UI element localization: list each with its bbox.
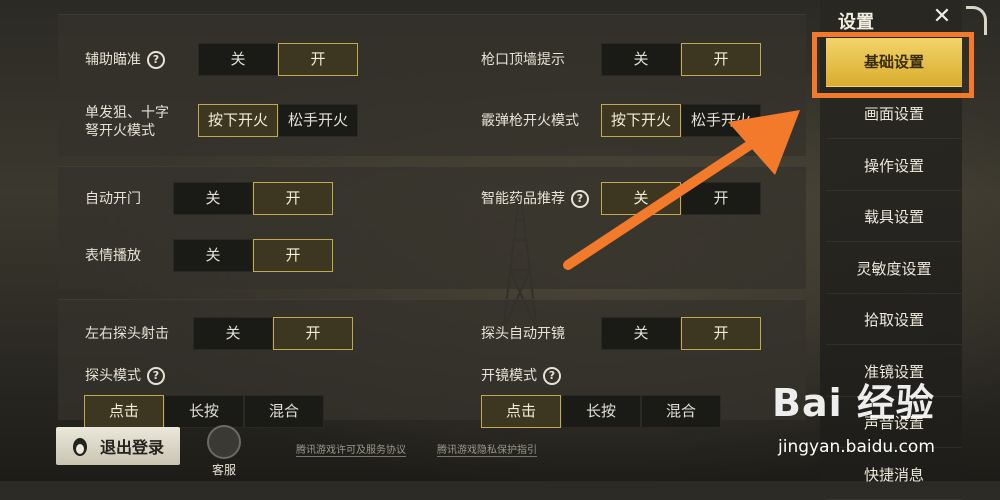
customer-service-button[interactable]: 客服 bbox=[200, 425, 248, 478]
sniper-fire-mode-label-line1: 单发狙、十字 bbox=[85, 105, 169, 121]
peek-mode-label: 探头模式 bbox=[85, 368, 141, 384]
peek-fire-label: 左右探头射击 bbox=[85, 326, 169, 342]
sniper-fire-mode-toggle: 按下开火 松手开火 bbox=[198, 104, 358, 137]
menu-pickup-settings[interactable]: 拾取设置 bbox=[826, 296, 962, 345]
emote-play-toggle: 关 开 bbox=[173, 239, 333, 272]
peek-mode-options: 点击 长按 混合 bbox=[84, 395, 324, 428]
muzzle-hint-off[interactable]: 关 bbox=[601, 43, 681, 76]
aim-assist-row: 辅助瞄准? bbox=[85, 51, 165, 69]
scope-mode-row: 开镜模式? bbox=[481, 367, 561, 385]
license-link[interactable]: 腾讯游戏许可及服务协议 bbox=[296, 441, 406, 457]
highlight-annotation-box bbox=[812, 32, 974, 98]
sniper-release-fire[interactable]: 松手开火 bbox=[278, 104, 358, 137]
scope-mode-mixed[interactable]: 混合 bbox=[641, 395, 721, 428]
privacy-link[interactable]: 腾讯游戏隐私保护指引 bbox=[437, 441, 537, 457]
peek-mode-tap[interactable]: 点击 bbox=[84, 395, 164, 428]
emote-play-label: 表情播放 bbox=[85, 248, 141, 264]
menu-quick-message[interactable]: 快捷消息 bbox=[826, 451, 962, 500]
peek-auto-scope-off[interactable]: 关 bbox=[601, 317, 681, 350]
help-icon[interactable]: ? bbox=[543, 367, 561, 385]
headset-icon bbox=[207, 425, 241, 459]
aim-assist-toggle: 关 开 bbox=[198, 43, 358, 76]
peek-fire-off[interactable]: 关 bbox=[193, 317, 273, 350]
muzzle-hint-toggle: 关 开 bbox=[601, 43, 761, 76]
help-icon[interactable]: ? bbox=[147, 51, 165, 69]
logout-button[interactable]: 退出登录 bbox=[56, 427, 180, 465]
peek-auto-scope-toggle: 关 开 bbox=[601, 317, 761, 350]
scope-mode-hold[interactable]: 长按 bbox=[561, 395, 641, 428]
menu-sensitivity-settings[interactable]: 灵敏度设置 bbox=[826, 245, 962, 294]
peek-mode-mixed[interactable]: 混合 bbox=[244, 395, 324, 428]
auto-door-toggle: 关 开 bbox=[173, 182, 333, 215]
peek-auto-scope-on[interactable]: 开 bbox=[681, 317, 761, 350]
peek-mode-hold[interactable]: 长按 bbox=[164, 395, 244, 428]
menu-controls-settings[interactable]: 操作设置 bbox=[826, 142, 962, 191]
baidu-watermark-url: jingyan.baidu.com bbox=[778, 437, 935, 457]
scope-mode-options: 点击 长按 混合 bbox=[481, 395, 721, 428]
smart-meds-label: 智能药品推荐 bbox=[481, 191, 565, 207]
baidu-watermark: Bai 经验 bbox=[772, 381, 935, 425]
auto-door-label: 自动开门 bbox=[85, 191, 141, 207]
emote-play-on[interactable]: 开 bbox=[253, 239, 333, 272]
penguin-icon bbox=[73, 438, 87, 456]
sniper-press-fire[interactable]: 按下开火 bbox=[198, 104, 278, 137]
aim-assist-label: 辅助瞄准 bbox=[85, 52, 141, 68]
peek-mode-row: 探头模式? bbox=[85, 367, 165, 385]
peek-auto-scope-label: 探头自动开镜 bbox=[481, 326, 565, 342]
auto-door-off[interactable]: 关 bbox=[173, 182, 253, 215]
scope-mode-label: 开镜模式 bbox=[481, 368, 537, 384]
annotation-arrow-icon bbox=[563, 110, 800, 270]
swipe-hint-icon bbox=[966, 6, 987, 35]
menu-vehicle-settings[interactable]: 载具设置 bbox=[826, 193, 962, 242]
muzzle-hint-on[interactable]: 开 bbox=[681, 43, 761, 76]
emote-play-off[interactable]: 关 bbox=[173, 239, 253, 272]
scope-mode-tap[interactable]: 点击 bbox=[481, 395, 561, 428]
muzzle-hint-label: 枪口顶墙提示 bbox=[481, 52, 565, 68]
customer-service-label: 客服 bbox=[211, 463, 236, 477]
settings-title: 设置 bbox=[838, 12, 874, 33]
aim-assist-off[interactable]: 关 bbox=[198, 43, 278, 76]
auto-door-on[interactable]: 开 bbox=[253, 182, 333, 215]
peek-fire-on[interactable]: 开 bbox=[273, 317, 353, 350]
sniper-fire-mode-label-line2: 弩开火模式 bbox=[85, 123, 155, 139]
close-icon[interactable]: ✕ bbox=[929, 4, 955, 30]
sniper-fire-mode-label: 单发狙、十字 弩开火模式 bbox=[85, 104, 169, 140]
logout-label: 退出登录 bbox=[100, 438, 165, 457]
aim-assist-on[interactable]: 开 bbox=[278, 43, 358, 76]
peek-fire-toggle: 关 开 bbox=[193, 317, 353, 350]
help-icon[interactable]: ? bbox=[147, 367, 165, 385]
